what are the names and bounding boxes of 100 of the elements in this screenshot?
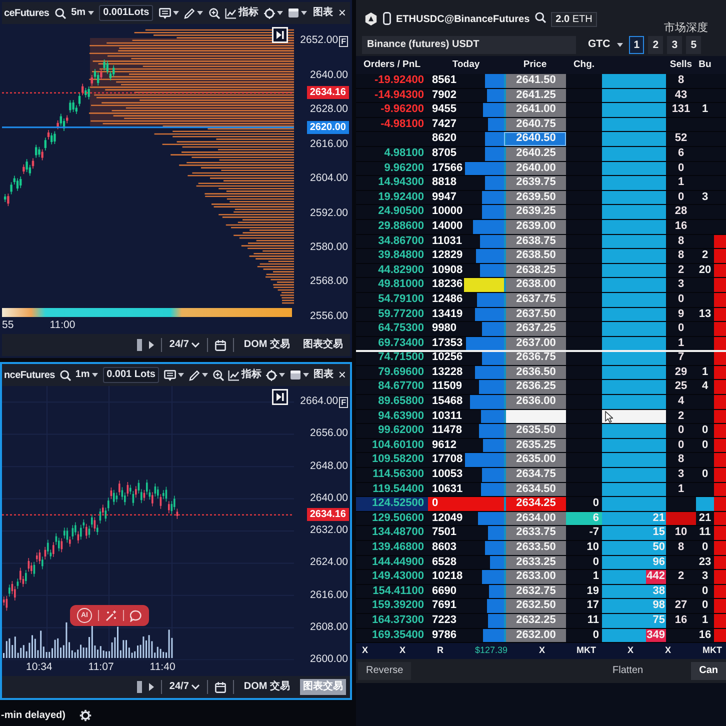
quantity-preset-button[interactable]: 5 xyxy=(686,36,702,54)
calendar-icon[interactable] xyxy=(214,682,226,692)
indicators-button[interactable]: 指标 xyxy=(228,369,262,381)
close-button[interactable]: × xyxy=(338,369,346,381)
price-axis-label: 2592.00 xyxy=(310,206,348,221)
skip-forward-icon[interactable] xyxy=(272,27,288,43)
buys-cell-text: 4 xyxy=(700,380,710,394)
action-button[interactable]: Can xyxy=(691,662,726,680)
footer-action[interactable]: MKT xyxy=(702,644,722,658)
lots-field[interactable]: 0.001 Lots xyxy=(102,367,160,383)
interval-dropdown[interactable]: 1m xyxy=(75,369,98,381)
window-icon[interactable] xyxy=(288,8,300,18)
scroll-thumb[interactable] xyxy=(137,339,142,351)
lots-field[interactable]: 0.001Lots xyxy=(99,5,154,21)
today-volume: 11478 xyxy=(432,424,462,438)
magic-wand-icon[interactable] xyxy=(105,610,117,622)
speech-bubble-icon[interactable] xyxy=(158,8,171,18)
axis-mode-button[interactable]: F xyxy=(339,36,348,47)
sells-cell-text: 1 xyxy=(676,336,686,350)
last-price-tag: 2634.16 xyxy=(306,86,349,100)
action-button[interactable]: Flatten xyxy=(604,662,652,680)
volume-bar xyxy=(478,424,504,438)
search-icon[interactable] xyxy=(534,12,546,23)
quantity-preset-button[interactable]: 3 xyxy=(667,36,682,54)
sells-cell xyxy=(666,512,696,526)
window-icon[interactable] xyxy=(290,370,301,380)
volume-cell xyxy=(602,118,666,132)
indicators-button[interactable]: 指标 xyxy=(225,7,258,19)
caret-icon[interactable] xyxy=(197,11,204,15)
volume-bar xyxy=(483,103,504,117)
caret-icon[interactable] xyxy=(172,11,179,15)
pnl-cell: 124.52500 xyxy=(356,497,428,511)
caret-icon[interactable] xyxy=(301,11,308,15)
chart-menu-button[interactable]: 图表 xyxy=(312,7,333,19)
change-cell: 6 xyxy=(566,512,602,526)
search-icon[interactable] xyxy=(54,8,66,18)
axis-mode-button[interactable]: F xyxy=(339,396,348,408)
calendar-icon[interactable] xyxy=(214,340,226,350)
account-dropdown[interactable]: Binance (futures) USDT xyxy=(362,36,576,54)
speech-bubble-icon[interactable] xyxy=(164,370,176,380)
play-icon[interactable] xyxy=(149,341,154,349)
quantity-field[interactable]: 2.0 ETH xyxy=(550,12,598,27)
pnl-cell-text: -19.92400 xyxy=(373,74,425,88)
pnl-cell-text: 164.37300 xyxy=(371,614,425,628)
volume-cell xyxy=(602,380,666,394)
quantity-preset-button[interactable]: 1 xyxy=(629,36,644,54)
trading-mode-button[interactable]: 图表交易 xyxy=(300,337,346,353)
time-axis-label: 55 xyxy=(2,318,14,334)
price-axis-label: 2640.00 xyxy=(310,68,348,83)
volume-bar xyxy=(485,74,504,88)
trading-mode-button[interactable]: DOM 交易 xyxy=(240,337,293,353)
sells-cell-text: 3 xyxy=(676,468,686,482)
volume-cell xyxy=(602,74,666,88)
footer-action[interactable]: X xyxy=(665,644,672,658)
footer-action[interactable]: X xyxy=(628,644,634,658)
change-cell-text: -7 xyxy=(588,526,600,540)
time-in-force-dropdown[interactable]: GTC xyxy=(586,37,626,53)
footer-action[interactable]: R xyxy=(437,644,444,658)
price-axis-label: 2556.00 xyxy=(310,308,348,324)
phone-icon[interactable] xyxy=(383,12,391,25)
pencil-icon[interactable] xyxy=(184,8,196,18)
buys-cell-text: 2 xyxy=(700,249,710,263)
footer-action[interactable]: X xyxy=(400,644,406,658)
price-axis-label: 2616.00 xyxy=(310,588,348,603)
caret-icon[interactable] xyxy=(202,373,208,377)
chat-icon[interactable] xyxy=(130,610,142,622)
gear-icon[interactable] xyxy=(79,708,92,722)
session-dropdown[interactable]: 24/7 xyxy=(169,339,200,351)
price-axis-label: 2640.00 xyxy=(310,490,348,506)
today-volume: 7427 xyxy=(432,118,456,132)
search-icon[interactable] xyxy=(60,370,71,380)
close-button[interactable]: × xyxy=(338,7,346,19)
interval-dropdown[interactable]: 5m xyxy=(71,7,94,19)
caret-icon[interactable] xyxy=(178,373,184,377)
chart-menu-button[interactable]: 图表 xyxy=(314,369,334,381)
zoom-in-icon[interactable] xyxy=(212,370,224,380)
caret-icon[interactable] xyxy=(279,373,286,377)
last-price-tag: 2634.16 xyxy=(306,508,349,522)
pencil-icon[interactable] xyxy=(188,370,200,380)
today-volume: 17708 xyxy=(432,453,463,468)
pnl-cell-text: 99.62000 xyxy=(377,424,425,438)
target-icon[interactable] xyxy=(264,8,275,18)
quantity-preset-button[interactable]: 2 xyxy=(648,36,664,54)
action-button[interactable]: Reverse xyxy=(358,662,412,680)
zoom-in-icon[interactable] xyxy=(208,8,220,18)
caret-icon[interactable] xyxy=(302,373,309,377)
trading-mode-button[interactable]: DOM 交易 xyxy=(240,679,293,695)
footer-action[interactable]: X xyxy=(539,644,546,658)
caret-icon[interactable] xyxy=(276,11,283,15)
target-icon[interactable] xyxy=(266,370,278,380)
session-dropdown[interactable]: 24/7 xyxy=(169,681,200,693)
footer-action[interactable]: X xyxy=(362,644,368,658)
price-cell: 2639.00 xyxy=(504,220,566,234)
symbol-label: nceFutures xyxy=(4,368,55,382)
today-volume: 10053 xyxy=(432,468,463,482)
skip-forward-icon[interactable] xyxy=(272,389,288,405)
footer-action[interactable]: MKT xyxy=(576,644,596,658)
play-icon[interactable] xyxy=(149,683,154,691)
scroll-thumb[interactable] xyxy=(137,681,142,693)
buys-cell-text: 20 xyxy=(698,264,712,278)
